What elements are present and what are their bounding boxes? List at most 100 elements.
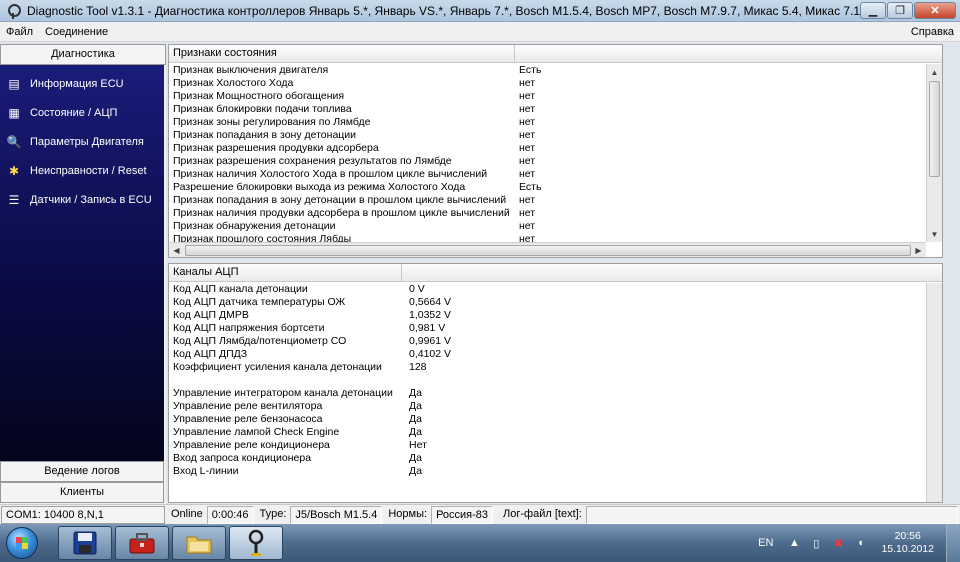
- flags-horizontal-scrollbar[interactable]: ◀ ▶: [169, 242, 926, 257]
- table-row: Разрешение блокировки выхода из режима Х…: [173, 181, 542, 193]
- toolbox-icon: [129, 533, 155, 554]
- table-row: Признак выключения двигателя Есть: [173, 64, 542, 76]
- taskbar: EN ▲ ▯ ✖ ◖ 20:56 15.10.2012: [0, 524, 960, 562]
- taskbar-app-save[interactable]: [58, 526, 112, 560]
- table-row: Управление лампой Check Engine Да: [173, 426, 422, 438]
- sidebar-item-label: Параметры Двигателя: [30, 135, 144, 148]
- table-row: Признак попадания в зону детонации в про…: [173, 194, 536, 206]
- table-row: Код АЦП датчика температуры ОЖ 0,5664 V: [173, 296, 452, 308]
- adc-list: Код АЦП канала детонации 0 V Код АЦП датч…: [169, 283, 926, 478]
- adc-header: Каналы АЦП: [169, 264, 942, 282]
- flags-value-column-header[interactable]: [515, 45, 927, 62]
- start-button[interactable]: [0, 524, 44, 562]
- sidebar-item-ecu-info[interactable]: ▤ Информация ECU: [0, 69, 164, 98]
- sidebar-item-state-adc[interactable]: ▦ Состояние / АЦП: [0, 98, 164, 127]
- sidebar-header-diagnostics[interactable]: Диагностика: [0, 44, 166, 65]
- table-row: Признак попадания в зону детонации нет: [173, 129, 536, 141]
- norms-label: Нормы:: [388, 507, 428, 520]
- online-label: Online: [171, 507, 203, 520]
- sidebar-item-sensors-write[interactable]: ☰ Датчики / Запись в ECU: [0, 185, 164, 214]
- maximize-button[interactable]: ❐: [887, 2, 913, 19]
- floppy-save-icon: [73, 531, 97, 555]
- table-row: Код АЦП ДПДЗ 0,4102 V: [173, 348, 452, 360]
- menu-help[interactable]: Справка: [905, 26, 960, 38]
- table-row: Коэффициент усиления канала детонации 128: [173, 361, 427, 373]
- clients-button[interactable]: Клиенты: [0, 482, 164, 503]
- table-row: Признак блокировки подачи топлива нет: [173, 103, 536, 115]
- log-file-label: Лог-файл [text]:: [503, 507, 582, 520]
- show-hidden-icons-icon[interactable]: ▲: [787, 536, 801, 550]
- status-bar: COM1: 10400 8,N,1 Online 0:00:46 Type: J…: [0, 504, 960, 524]
- diagnostic-tool-icon: [248, 529, 264, 556]
- folder-icon: [186, 536, 212, 554]
- scrollbar-thumb[interactable]: [185, 245, 911, 256]
- table-row: Признак зоны регулирования по Лямбде нет: [173, 116, 536, 128]
- scrollbar-thumb[interactable]: [929, 81, 940, 177]
- log-file-value: [585, 505, 958, 524]
- flags-vertical-scrollbar[interactable]: ▲ ▼: [926, 64, 942, 242]
- table-row: Признак Мощностного обогащения нет: [173, 90, 536, 102]
- table-row: Признак разрешения продувки адсорбера нет: [173, 142, 536, 154]
- sidebar-nav: ▤ Информация ECU ▦ Состояние / АЦП 🔍 Пар…: [0, 65, 164, 461]
- menu-file[interactable]: Файл: [0, 26, 39, 38]
- scroll-left-icon[interactable]: ◀: [169, 246, 184, 255]
- usb-device-icon[interactable]: ▯: [809, 536, 823, 550]
- language-indicator[interactable]: EN: [758, 537, 773, 549]
- table-row: Управление интегратором канала детонации…: [173, 387, 422, 399]
- windows-logo-icon: [6, 527, 38, 559]
- norms-value: Россия-83: [431, 505, 494, 524]
- clock-time: 20:56: [894, 530, 921, 542]
- close-button[interactable]: ✕: [914, 2, 956, 19]
- table-row: Управление реле бензонасоса Да: [173, 413, 422, 425]
- adc-value-column-header[interactable]: [402, 264, 942, 281]
- sidebar-item-engine-params[interactable]: 🔍 Параметры Двигателя: [0, 127, 164, 156]
- sidebar-item-label: Информация ECU: [30, 77, 124, 90]
- table-row: Вход запроса кондиционера Да: [173, 452, 422, 464]
- table-row: Признак разрешения сохранения результато…: [173, 155, 536, 167]
- show-desktop-button[interactable]: [946, 524, 960, 562]
- table-row: Код АЦП Лямбда/потенциометр СО 0,9961 V: [173, 335, 452, 347]
- window-title: Diagnostic Tool v1.3.1 - Диагностика кон…: [27, 3, 860, 18]
- taskbar-app-explorer[interactable]: [172, 526, 226, 560]
- sidebar-item-label: Датчики / Запись в ECU: [30, 193, 152, 206]
- scroll-up-icon[interactable]: ▲: [927, 64, 942, 80]
- table-row: Признак наличия Холостого Хода в прошлом…: [173, 168, 536, 180]
- minimize-button[interactable]: ▁: [860, 2, 886, 19]
- app-logo-icon: [5, 3, 21, 19]
- clock[interactable]: 20:56 15.10.2012: [881, 530, 934, 556]
- sidebar-item-faults-reset[interactable]: ✱ Неисправности / Reset: [0, 156, 164, 185]
- scroll-right-icon[interactable]: ▶: [911, 246, 926, 255]
- title-bar: Diagnostic Tool v1.3.1 - Диагностика кон…: [0, 0, 960, 22]
- clock-date: 15.10.2012: [881, 543, 934, 555]
- online-timer: 0:00:46: [206, 505, 254, 524]
- flags-panel: Признаки состояния Признак выключения дв…: [168, 44, 943, 258]
- volume-icon[interactable]: ◖: [853, 536, 867, 550]
- taskbar-app-toolbox[interactable]: [115, 526, 169, 560]
- menu-connection[interactable]: Соединение: [39, 26, 114, 38]
- adc-column-header[interactable]: Каналы АЦП: [169, 264, 402, 281]
- sensors-icon: ☰: [8, 192, 20, 207]
- table-row: Признак обнаружения детонации нет: [173, 220, 536, 232]
- flags-list: Признак выключения двигателя Есть Признак…: [169, 64, 926, 243]
- sidebar: Диагностика ▤ Информация ECU ▦ Состояние…: [0, 44, 166, 504]
- flags-column-header[interactable]: Признаки состояния: [169, 45, 515, 62]
- adc-vertical-scrollbar[interactable]: [926, 283, 942, 502]
- system-tray: EN ▲ ▯ ✖ ◖ 20:56 15.10.2012: [758, 524, 960, 562]
- table-row: [169, 374, 926, 387]
- scroll-down-icon[interactable]: ▼: [927, 226, 942, 242]
- network-icon[interactable]: ✖: [831, 536, 845, 550]
- sidebar-item-label: Состояние / АЦП: [30, 106, 118, 119]
- table-row: Управление реле кондиционера Нет: [173, 439, 427, 451]
- table-row: Вход L-линии Да: [173, 465, 422, 477]
- window-controls: ▁ ❐ ✕: [860, 2, 956, 19]
- port-settings: COM1: 10400 8,N,1: [1, 505, 165, 524]
- faults-icon: ✱: [8, 163, 20, 178]
- info-icon: ▤: [8, 76, 20, 91]
- state-icon: ▦: [8, 105, 20, 120]
- table-row: Управление реле вентилятора Да: [173, 400, 422, 412]
- type-label: Type:: [259, 507, 287, 520]
- taskbar-app-diagnostic-tool[interactable]: [229, 526, 283, 560]
- logging-button[interactable]: Ведение логов: [0, 461, 164, 482]
- table-row: Код АЦП напряжения бортсети 0,981 V: [173, 322, 446, 334]
- sidebar-item-label: Неисправности / Reset: [30, 164, 147, 177]
